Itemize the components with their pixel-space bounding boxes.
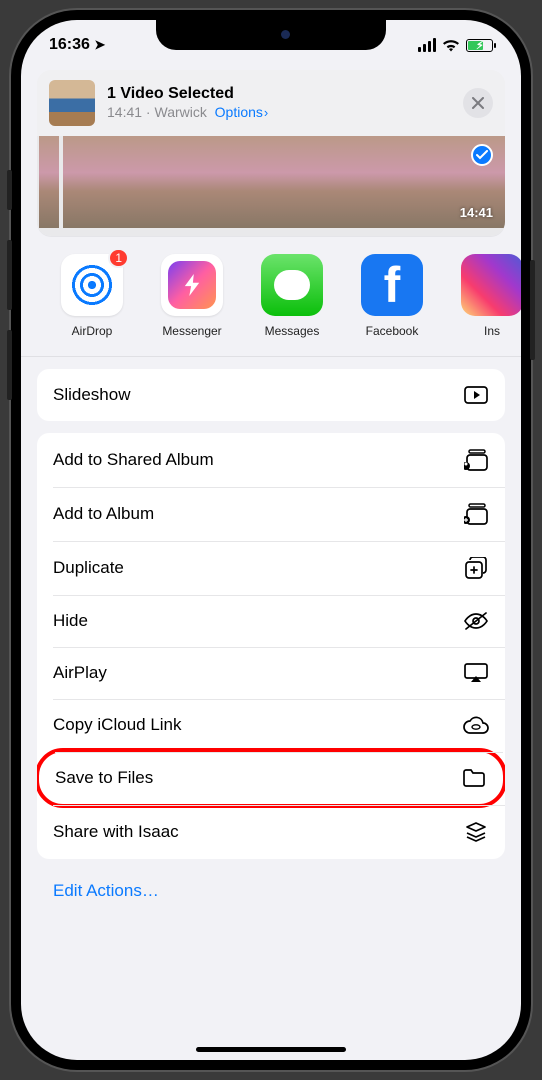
selection-location: Warwick xyxy=(155,104,207,120)
row-label: Slideshow xyxy=(53,385,131,405)
battery-icon: ⚡︎ xyxy=(466,39,493,52)
row-label: Add to Album xyxy=(53,504,154,524)
row-slideshow[interactable]: Slideshow xyxy=(37,369,505,421)
app-airdrop[interactable]: 1 AirDrop xyxy=(49,254,135,338)
selection-thumbnail xyxy=(49,80,95,126)
airplay-icon xyxy=(463,663,489,683)
app-messenger[interactable]: Messenger xyxy=(149,254,235,338)
row-airplay[interactable]: AirPlay xyxy=(37,647,505,699)
selected-check-icon xyxy=(471,144,493,166)
cloud-link-icon xyxy=(463,716,489,734)
row-label: Hide xyxy=(53,611,88,631)
album-person-icon xyxy=(463,449,489,471)
home-indicator[interactable] xyxy=(196,1047,346,1052)
selection-title: 1 Video Selected xyxy=(107,84,451,104)
wifi-icon xyxy=(442,39,460,52)
eye-slash-icon xyxy=(463,612,489,630)
square-plus-icon xyxy=(463,557,489,579)
app-label: Ins xyxy=(484,324,500,338)
row-add-album[interactable]: Add to Album xyxy=(37,487,505,541)
app-label: Messages xyxy=(265,324,320,338)
messenger-icon xyxy=(168,261,216,309)
stack-icon xyxy=(463,821,489,843)
row-label: Duplicate xyxy=(53,558,124,578)
album-plus-icon xyxy=(463,503,489,525)
play-rect-icon xyxy=(463,386,489,404)
app-label: AirDrop xyxy=(72,324,113,338)
share-sheet-header: 1 Video Selected 14:41 · Warwick Options… xyxy=(37,70,505,236)
row-share-isaac[interactable]: Share with Isaac xyxy=(37,805,505,859)
row-label: Share with Isaac xyxy=(53,822,179,842)
actions-list[interactable]: Slideshow Add to Shared Album Add to Alb… xyxy=(21,357,521,1060)
share-apps-row[interactable]: 1 AirDrop Messenger Messages f Facebook … xyxy=(21,236,521,357)
airdrop-icon xyxy=(70,263,114,307)
app-facebook[interactable]: f Facebook xyxy=(349,254,435,338)
row-save-files[interactable]: Save to Files xyxy=(37,748,505,808)
app-instagram[interactable]: Ins xyxy=(449,254,521,338)
row-label: Add to Shared Album xyxy=(53,450,214,470)
row-hide[interactable]: Hide xyxy=(37,595,505,647)
messages-icon xyxy=(261,254,323,316)
edit-actions-button[interactable]: Edit Actions… xyxy=(37,871,505,917)
row-copy-icloud[interactable]: Copy iCloud Link xyxy=(37,699,505,751)
row-label: Save to Files xyxy=(55,768,153,788)
preview-strip[interactable]: 14:41 xyxy=(37,136,505,236)
instagram-icon xyxy=(461,254,521,316)
row-add-shared-album[interactable]: Add to Shared Album xyxy=(37,433,505,487)
app-label: Facebook xyxy=(366,324,419,338)
preview-thumbnail[interactable]: 14:41 xyxy=(63,136,505,228)
close-button[interactable] xyxy=(463,88,493,118)
options-button[interactable]: Options› xyxy=(215,104,269,120)
folder-icon xyxy=(461,769,487,787)
badge: 1 xyxy=(108,248,129,268)
close-icon xyxy=(472,97,484,109)
video-duration: 14:41 xyxy=(460,205,493,220)
status-time-text: 16:36 xyxy=(49,36,90,53)
action-group-2: Add to Shared Album Add to Album Duplica… xyxy=(37,433,505,859)
status-time: 16:36 ➤ xyxy=(49,36,105,54)
app-label: Messenger xyxy=(162,324,221,338)
row-duplicate[interactable]: Duplicate xyxy=(37,541,505,595)
chevron-right-icon: › xyxy=(264,105,268,120)
location-arrow-icon: ➤ xyxy=(94,37,105,52)
action-group-1: Slideshow xyxy=(37,369,505,421)
notch xyxy=(156,20,386,50)
signal-icon xyxy=(418,38,436,52)
row-label: Copy iCloud Link xyxy=(53,715,182,735)
selection-time: 14:41 xyxy=(107,104,142,120)
selection-subtitle: 14:41 · Warwick Options› xyxy=(107,104,451,122)
row-label: AirPlay xyxy=(53,663,107,683)
facebook-icon: f xyxy=(361,254,423,316)
app-messages[interactable]: Messages xyxy=(249,254,335,338)
